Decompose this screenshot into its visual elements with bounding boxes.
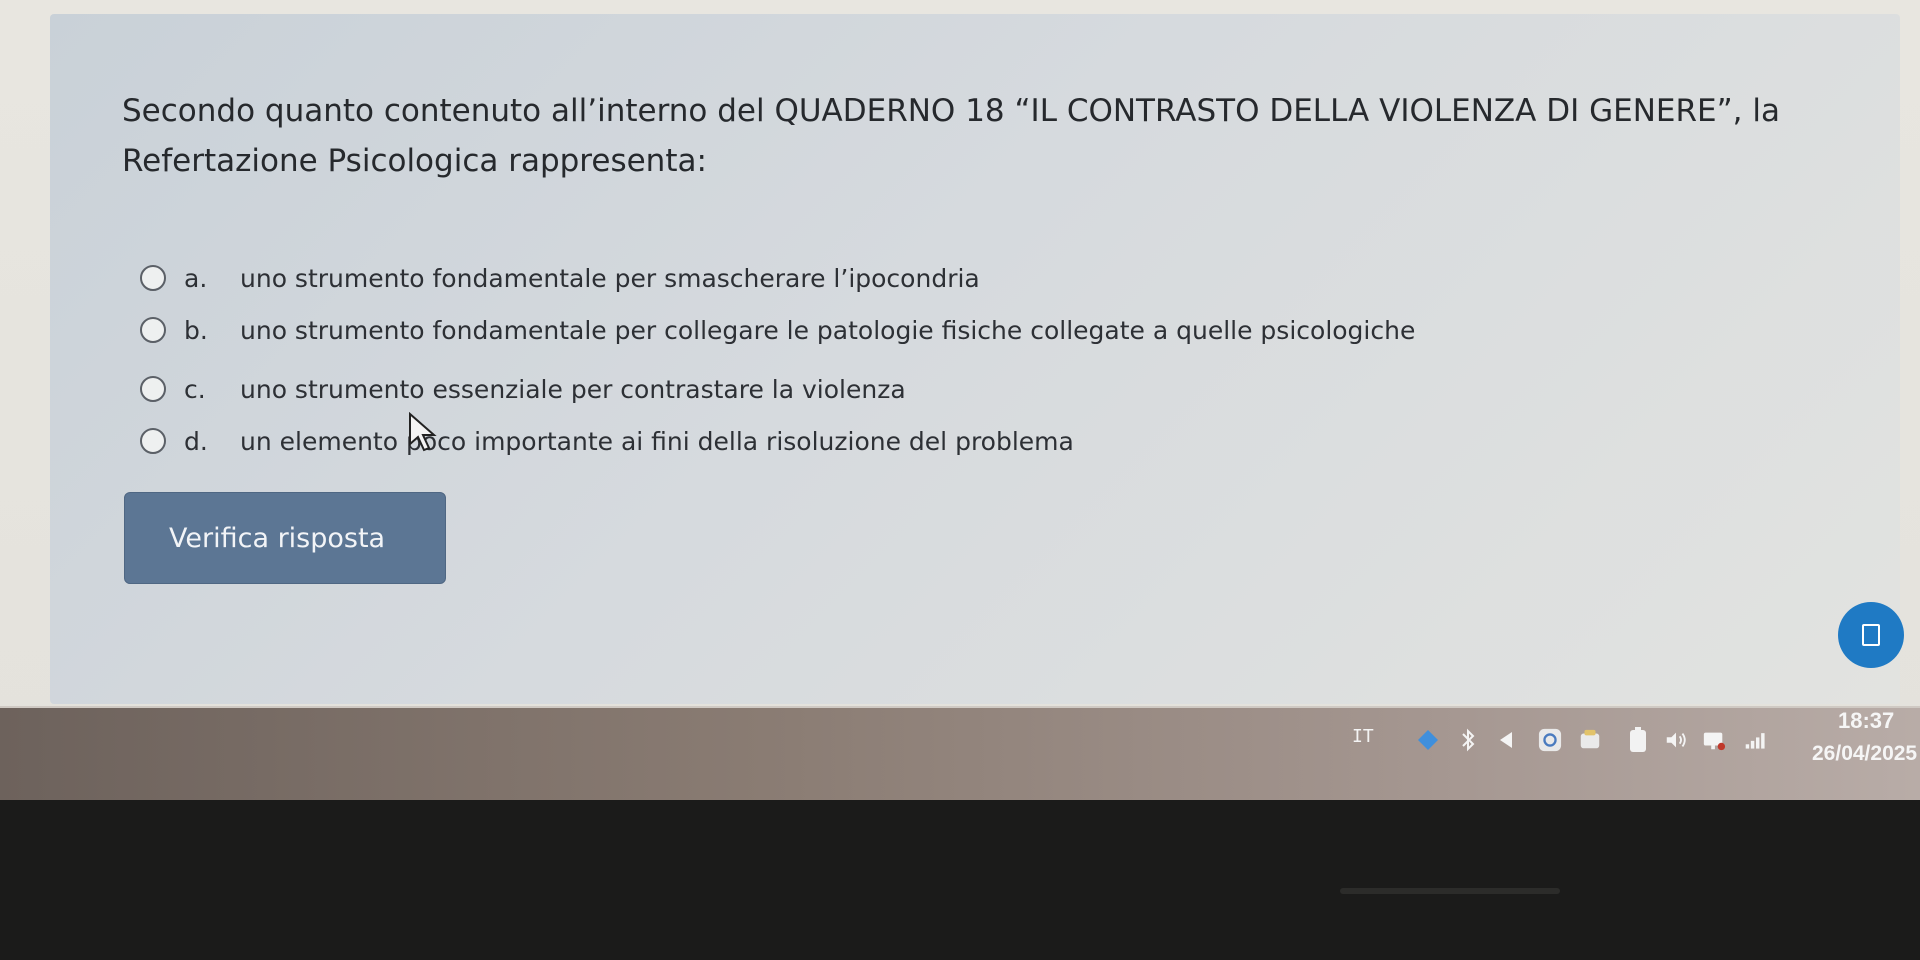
clock-date[interactable]: 26/04/2025 (1812, 742, 1917, 766)
bluetooth-icon[interactable] (1456, 728, 1480, 752)
option-text: uno strumento fondamentale per smaschera… (240, 263, 980, 293)
clock-time[interactable]: 18:37 (1838, 708, 1894, 734)
option-b[interactable]: b. uno strumento fondamentale per colleg… (140, 310, 1640, 350)
radio-option-d[interactable] (140, 428, 166, 454)
language-indicator[interactable]: IT (1352, 726, 1374, 747)
volume-icon[interactable] (1664, 728, 1688, 752)
option-letter: c. (184, 374, 206, 404)
monitor-bezel (1340, 888, 1560, 894)
option-text: uno strumento essenziale per contrastare… (240, 374, 906, 404)
radio-option-a[interactable] (140, 265, 166, 291)
signal-strength-icon[interactable] (1744, 728, 1768, 752)
option-d[interactable]: d. un elemento poco importante ai fini d… (140, 421, 1640, 461)
mouse-cursor-icon (409, 412, 437, 452)
option-text: un elemento poco importante ai fini dell… (240, 426, 1074, 456)
question-text: Secondo quanto contenuto all’interno del… (122, 93, 1780, 179)
arrow-left-icon[interactable] (1494, 728, 1518, 752)
option-c[interactable]: c. uno strumento essenziale per contrast… (140, 369, 1640, 409)
verify-answer-button[interactable]: Verifica risposta (124, 492, 446, 584)
battery-icon[interactable] (1626, 727, 1650, 752)
radio-option-c[interactable] (140, 376, 166, 402)
option-letter: b. (184, 315, 208, 345)
app-tray-icon[interactable] (1578, 728, 1602, 752)
option-letter: d. (184, 426, 208, 456)
option-a[interactable]: a. uno strumento fondamentale per smasch… (140, 258, 1640, 298)
radio-option-b[interactable] (140, 317, 166, 343)
option-letter: a. (184, 263, 208, 293)
chat-button[interactable] (1838, 602, 1904, 668)
option-text: uno strumento fondamentale per collegare… (240, 315, 1416, 345)
network-icon[interactable] (1702, 728, 1726, 752)
screen: Secondo quanto contenuto all’interno del… (0, 0, 1920, 800)
browser-icon[interactable] (1538, 728, 1562, 752)
diamond-app-icon[interactable] (1416, 728, 1440, 752)
chat-icon (1862, 624, 1880, 646)
